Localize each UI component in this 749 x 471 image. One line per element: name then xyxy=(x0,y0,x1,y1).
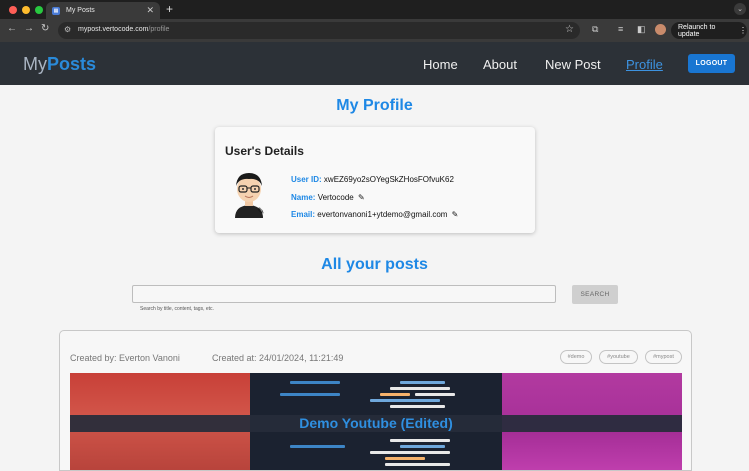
relaunch-label: Relaunch to update xyxy=(678,23,716,38)
site-info-icon[interactable]: ⚙ xyxy=(64,25,71,34)
kebab-menu-icon[interactable]: ⋮ xyxy=(739,26,747,35)
post-created-by: Created by: Everton Vanoni xyxy=(70,353,180,363)
browser-tab[interactable]: ▦ My Posts ✕ xyxy=(46,2,160,19)
user-id-row: User ID: xwEZ69yo2sOYegSkZHosFOfvuK62 xyxy=(291,175,454,184)
search-input[interactable] xyxy=(132,285,556,303)
search-button[interactable]: SEARCH xyxy=(572,285,618,304)
nav-link-new-post[interactable]: New Post xyxy=(545,57,601,72)
address-bar[interactable]: ⚙ mypost.vertocode.com/profile ☆ xyxy=(58,22,580,39)
profile-avatar-icon[interactable] xyxy=(655,24,666,35)
code-line xyxy=(390,387,450,390)
edit-name-icon[interactable]: ✎ xyxy=(358,193,365,202)
tab-title: My Posts xyxy=(66,7,95,14)
user-id-value: xwEZ69yo2sOYegSkZHosFOfvuK62 xyxy=(323,175,454,184)
nav-link-profile[interactable]: Profile xyxy=(626,57,663,72)
logout-button[interactable]: LOGOUT xyxy=(688,54,735,73)
email-row: Email: evertonvanoni1+ytdemo@gmail.com ✎ xyxy=(291,210,458,219)
search-hint: Search by title, content, tags, etc. xyxy=(140,306,214,312)
code-line xyxy=(390,405,445,408)
browser-tab-bar: ▦ My Posts ✕ + ⌄ xyxy=(0,0,749,19)
name-row: Name: Vertocode ✎ xyxy=(291,193,365,202)
user-id-label: User ID: xyxy=(291,175,322,184)
code-line xyxy=(390,439,450,442)
back-arrow-icon[interactable]: ← xyxy=(7,23,17,34)
email-value: evertonvanoni1+ytdemo@gmail.com xyxy=(317,210,448,219)
url-host: mypost.vertocode.com xyxy=(78,26,149,33)
posts-section-title: All your posts xyxy=(321,256,428,273)
tab-favicon-icon: ▦ xyxy=(52,6,60,15)
app-navbar: MyPosts Home About New Post Profile LOGO… xyxy=(0,42,749,85)
post-card[interactable]: Created by: Everton Vanoni Created at: 2… xyxy=(59,330,692,471)
post-title[interactable]: Demo Youtube (Edited) xyxy=(70,415,682,432)
tab-close-icon[interactable]: ✕ xyxy=(146,5,154,16)
minimize-window-button[interactable] xyxy=(22,6,30,14)
media-controls-icon[interactable]: ≡ xyxy=(618,24,623,34)
close-window-button[interactable] xyxy=(9,6,17,14)
brand-suffix: Posts xyxy=(47,54,97,74)
tab-search-chevron-icon[interactable]: ⌄ xyxy=(734,3,746,15)
name-label: Name: xyxy=(291,193,316,202)
code-line xyxy=(415,393,455,396)
code-line xyxy=(290,381,340,384)
nav-link-home[interactable]: Home xyxy=(423,57,458,72)
code-line xyxy=(400,445,445,448)
nav-link-about[interactable]: About xyxy=(483,57,517,72)
code-line xyxy=(380,393,410,396)
post-tag[interactable]: #mypost xyxy=(645,350,682,364)
browser-toolbar: ← → ↻ ⚙ mypost.vertocode.com/profile ☆ ⧉… xyxy=(0,19,749,42)
page-title: My Profile xyxy=(336,97,413,114)
brand-prefix: My xyxy=(23,54,47,74)
email-label: Email: xyxy=(291,210,316,219)
url-path: /profile xyxy=(148,26,170,33)
brand-logo[interactable]: MyPosts xyxy=(23,54,96,75)
code-line xyxy=(280,393,340,396)
user-details-heading: User's Details xyxy=(225,144,304,158)
name-value: Vertocode xyxy=(317,193,354,202)
post-created-at: Created at: 24/01/2024, 11:21:49 xyxy=(212,353,344,363)
post-tag[interactable]: #youtube xyxy=(599,350,638,364)
forward-arrow-icon[interactable]: → xyxy=(24,23,34,34)
new-tab-icon[interactable]: + xyxy=(166,2,173,16)
post-tag[interactable]: #demo xyxy=(560,350,592,364)
code-line xyxy=(385,463,450,466)
side-panel-icon[interactable]: ◧ xyxy=(637,24,646,35)
window-controls xyxy=(9,6,43,14)
reload-icon[interactable]: ↻ xyxy=(41,23,49,34)
code-line xyxy=(290,445,345,448)
url-text: mypost.vertocode.com/profile xyxy=(78,26,169,33)
code-line xyxy=(385,457,425,460)
user-details-card: User's Details ✎ User ID: xwEZ69yo2sOYeg… xyxy=(215,127,535,233)
post-thumbnail[interactable]: Demo Youtube (Edited) xyxy=(70,373,682,470)
relaunch-button[interactable]: Relaunch to update ⋮ xyxy=(671,22,747,39)
edit-email-icon[interactable]: ✎ xyxy=(452,210,459,219)
code-line xyxy=(370,399,440,402)
maximize-window-button[interactable] xyxy=(35,6,43,14)
code-line xyxy=(370,451,450,454)
code-line xyxy=(400,381,445,384)
bookmark-star-icon[interactable]: ☆ xyxy=(565,24,574,35)
extensions-icon[interactable]: ⧉ xyxy=(592,24,598,35)
edit-avatar-icon[interactable]: ✎ xyxy=(257,206,265,217)
